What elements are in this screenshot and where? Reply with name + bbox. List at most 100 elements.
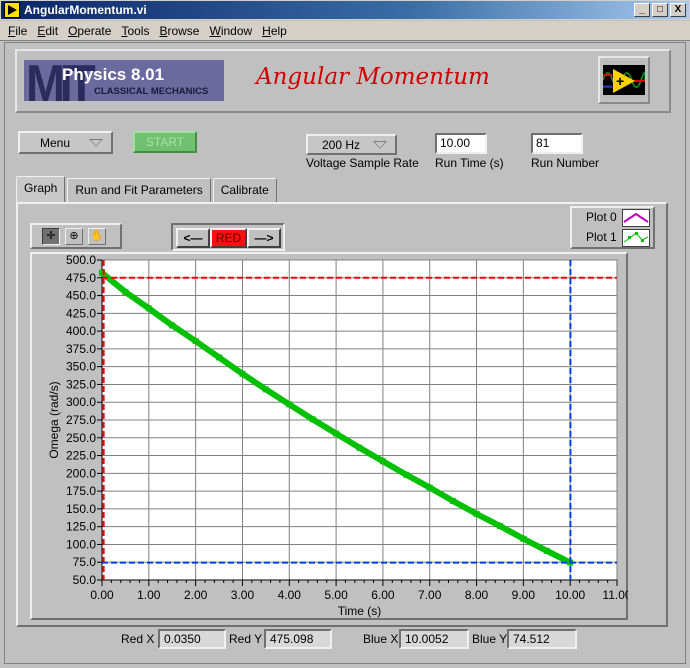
x-tick-label: 4.00	[278, 588, 302, 602]
red-y-label: Red Y	[229, 632, 263, 646]
menu-bar: File Edit Operate Tools Browse Window Help	[0, 21, 690, 41]
x-tick-label: 0.00	[90, 588, 114, 602]
y-tick-label: 275.0	[66, 413, 96, 427]
tab-graph[interactable]: Graph	[16, 176, 66, 202]
labview-vi-icon	[4, 2, 20, 18]
x-tick-label: 10.00	[555, 588, 585, 602]
data-point	[192, 338, 199, 345]
cursor-current[interactable]: RED	[210, 228, 247, 248]
menu-ring[interactable]: Menu	[18, 131, 113, 154]
run-number-label: Run Number	[531, 156, 600, 170]
close-button[interactable]: X	[670, 3, 686, 17]
data-point	[145, 305, 152, 312]
labview-icon: +	[598, 56, 650, 104]
legend-plot0-label: Plot 0	[586, 210, 617, 224]
data-point	[543, 547, 550, 554]
red-x-label: Red X	[121, 632, 155, 646]
y-tick-label: 75.0	[73, 555, 97, 569]
y-tick-label: 475.0	[66, 271, 96, 285]
data-point	[496, 522, 503, 529]
maximize-button[interactable]: □	[652, 3, 668, 17]
dropdown-arrow-icon	[373, 141, 387, 149]
y-tick-label: 500.0	[66, 253, 96, 267]
y-tick-label: 350.0	[66, 360, 96, 374]
sample-rate-ring[interactable]: 200 Hz	[306, 134, 397, 155]
x-tick-label: 11.00	[602, 588, 628, 602]
omega-vs-time-chart[interactable]: 0.00 1.00 2.00 3.00 4.00 5.00 6.00 7.00 8.00 9.00…	[30, 252, 628, 620]
data-point	[403, 471, 410, 478]
data-point	[262, 386, 269, 393]
menu-operate[interactable]: Operate	[68, 24, 111, 38]
data-point	[309, 416, 316, 423]
course-subtitle: CLASSICAL MECHANICS	[94, 86, 209, 97]
y-tick-label: 175.0	[66, 484, 96, 498]
cursor-next-button[interactable]: —>	[247, 228, 281, 248]
data-point	[450, 498, 457, 505]
menu-tools[interactable]: Tools	[121, 24, 149, 38]
y-tick-label: 325.0	[66, 377, 96, 391]
mit-physics-logo: MIT Physics 8.01 CLASSICAL MECHANICS	[24, 60, 224, 101]
zoom-icon: ⊕	[69, 230, 79, 242]
y-tick-label: 400.0	[66, 324, 96, 338]
start-button[interactable]: START	[133, 131, 197, 153]
blue-x-label: Blue X	[363, 632, 399, 646]
x-tick-label: 3.00	[231, 588, 255, 602]
y-tick-label: 250.0	[66, 431, 96, 445]
blue-y-value: 74.512	[507, 629, 577, 649]
data-point	[426, 484, 433, 491]
x-tick-label: 7.00	[418, 588, 442, 602]
menu-window[interactable]: Window	[209, 24, 252, 38]
cursor-selector: <— RED —>	[171, 223, 285, 251]
app-title: Angular Momentum	[256, 64, 490, 90]
y-axis-label: Omega (rad/s)	[47, 381, 61, 458]
x-tick-label: 9.00	[512, 588, 536, 602]
y-tick-label: 225.0	[66, 449, 96, 463]
data-point	[379, 458, 386, 465]
data-point	[286, 401, 293, 408]
legend-plot0-swatch[interactable]	[622, 209, 650, 227]
tab-calibrate[interactable]: Calibrate	[212, 178, 277, 202]
data-point	[169, 322, 176, 329]
crosshair-icon: ✛	[46, 230, 56, 242]
y-tick-label: 375.0	[66, 342, 96, 356]
legend-plot1-swatch[interactable]	[622, 229, 650, 247]
x-tick-label: 1.00	[137, 588, 161, 602]
y-tick-label: 50.0	[73, 573, 97, 587]
data-point	[356, 444, 363, 451]
menu-ring-label: Menu	[40, 136, 71, 150]
tab-bar: Graph Run and Fit Parameters Calibrate	[16, 176, 279, 203]
menu-file[interactable]: File	[8, 24, 27, 38]
data-point	[520, 535, 527, 542]
plot-legend: Plot 0 Plot 1	[570, 206, 655, 249]
sample-rate-label: Voltage Sample Rate	[306, 156, 419, 170]
tab-run-and-fit-parameters[interactable]: Run and Fit Parameters	[67, 178, 211, 202]
run-number-field[interactable]: 81	[531, 133, 583, 154]
run-time-field[interactable]: 10.00	[435, 133, 487, 154]
blue-x-value: 10.0052	[399, 629, 469, 649]
y-tick-label: 200.0	[66, 466, 96, 480]
red-y-value: 475.098	[264, 629, 332, 649]
cursor-prev-button[interactable]: <—	[176, 228, 210, 248]
menu-help[interactable]: Help	[262, 24, 287, 38]
zoom-tool-button[interactable]: ⊕	[65, 228, 83, 245]
menu-browse[interactable]: Browse	[159, 24, 199, 38]
legend-plot1-label: Plot 1	[586, 230, 617, 244]
cursor-tool-button[interactable]: ✛	[42, 228, 60, 245]
sample-rate-value: 200 Hz	[322, 138, 361, 152]
dropdown-arrow-icon	[89, 139, 103, 147]
data-point	[216, 354, 223, 361]
x-tick-label: 6.00	[371, 588, 395, 602]
data-point	[473, 510, 480, 517]
x-tick-label: 5.00	[324, 588, 348, 602]
minimize-button[interactable]: _	[634, 3, 650, 17]
run-time-label: Run Time (s)	[435, 156, 504, 170]
plus-icon: +	[616, 73, 625, 89]
data-point	[122, 289, 129, 295]
data-point	[333, 430, 340, 437]
menu-edit[interactable]: Edit	[37, 24, 58, 38]
pan-tool-button[interactable]: ✋	[88, 228, 106, 245]
graph-palette: ✛ ⊕ ✋	[30, 223, 122, 249]
x-tick-label: 2.00	[184, 588, 208, 602]
hand-icon: ✋	[90, 230, 104, 242]
y-tick-label: 300.0	[66, 395, 96, 409]
